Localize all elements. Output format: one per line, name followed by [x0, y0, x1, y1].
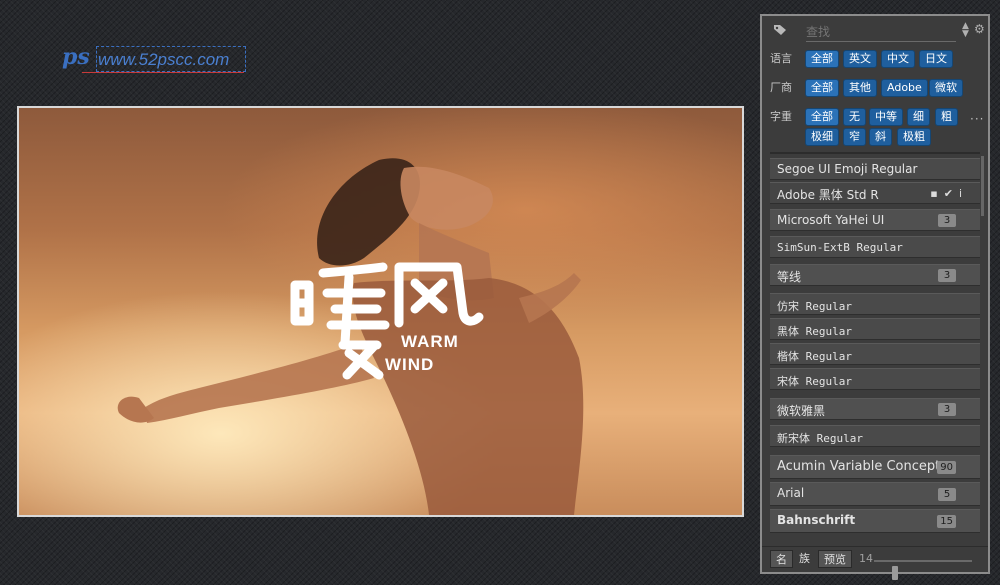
- font-item-name: SimSun-ExtB Regular: [777, 241, 903, 254]
- warm-wind-logo-mark: WARM WIND: [290, 262, 484, 380]
- search-row: ▲▼ ⚙: [762, 16, 988, 46]
- watermark: ps www.52pscc.com: [62, 44, 247, 78]
- filter-language-all[interactable]: 全部: [806, 51, 838, 67]
- filter-language-english[interactable]: 英文: [844, 51, 876, 67]
- font-item-heiti[interactable]: 黑体 Regular: [770, 318, 980, 340]
- font-group-acumin[interactable]: Acumin Variable Concept 90: [770, 455, 980, 479]
- filter-weight-medium[interactable]: 中等: [870, 109, 902, 125]
- font-count-badge: 90: [937, 461, 956, 474]
- font-group-microsoft-yahei[interactable]: 微软雅黑 3: [770, 398, 980, 420]
- font-item-name: 黑体 Regular: [777, 325, 852, 338]
- font-item-name: 新宋体 Regular: [777, 432, 863, 445]
- font-item-simsun-extb[interactable]: SimSun-ExtB Regular: [770, 236, 980, 258]
- font-item-adobe-heiti[interactable]: Adobe 黑体 Std R ▪✔i: [770, 182, 980, 204]
- logo-word-warm: WARM: [401, 332, 459, 351]
- gear-icon[interactable]: ⚙: [974, 22, 985, 36]
- filter-weight-italic[interactable]: 斜: [870, 129, 891, 145]
- font-group-dengxian[interactable]: 等线 3: [770, 264, 980, 286]
- font-list-scrollbar[interactable]: [981, 156, 984, 216]
- filter-weight-bold[interactable]: 粗: [936, 109, 957, 125]
- logo-word-wind: WIND: [385, 355, 434, 374]
- filter-vendor-other[interactable]: 其他: [844, 80, 876, 96]
- check-icon[interactable]: ✔: [944, 187, 959, 200]
- font-item-name: 宋体 Regular: [777, 375, 852, 388]
- filter-weight-extra-thin[interactable]: 极细: [806, 129, 838, 145]
- font-item-nsimsun[interactable]: 新宋体 Regular: [770, 425, 980, 447]
- filter-vendor-label: 厂商: [770, 81, 792, 94]
- sort-by-name-button[interactable]: 名: [770, 550, 793, 568]
- filter-weight-all[interactable]: 全部: [806, 109, 838, 125]
- font-item-segoe-ui-emoji[interactable]: Segoe UI Emoji Regular: [770, 158, 980, 180]
- font-item-name: 楷体 Regular: [777, 350, 852, 363]
- filter-weight-none[interactable]: 无: [844, 109, 865, 125]
- filter-weight-extra-bold[interactable]: 极粗: [898, 129, 930, 145]
- font-item-name: Segoe UI Emoji Regular: [777, 162, 918, 176]
- preview-size-slider[interactable]: [874, 560, 972, 580]
- font-count-badge: 15: [937, 515, 956, 528]
- font-item-kaiti[interactable]: 楷体 Regular: [770, 343, 980, 365]
- font-list[interactable]: Segoe UI Emoji Regular Adobe 黑体 Std R ▪✔…: [762, 156, 988, 544]
- font-count-badge: 3: [938, 269, 956, 282]
- filter-language-chinese[interactable]: 中文: [882, 51, 914, 67]
- font-item-actions: ▪✔i: [930, 187, 968, 200]
- font-item-name: Bahnschrift: [777, 513, 856, 527]
- panel-bottom-bar: 名 族 预览 14: [762, 546, 988, 580]
- font-count-badge: 3: [938, 403, 956, 416]
- font-count-badge: 3: [938, 214, 956, 227]
- watermark-underline: [82, 72, 244, 73]
- preview-size-value: 14: [859, 552, 873, 565]
- font-item-name: Microsoft YaHei UI: [777, 213, 885, 227]
- watermark-url: www.52pscc.com: [98, 50, 230, 69]
- font-item-name: Acumin Variable Concept: [777, 459, 941, 474]
- tag-icon[interactable]: [773, 24, 787, 36]
- search-stepper-icon[interactable]: ▲ ▼: [962, 22, 969, 39]
- filter-weight-thin[interactable]: 细: [908, 109, 929, 125]
- font-panel: ▲▼ ⚙ 语言 全部 英文 中文 日文 厂商 全部 其他 Adobe 微软 字重…: [760, 14, 990, 580]
- save-icon[interactable]: ▪: [930, 187, 943, 200]
- filter-vendor-adobe[interactable]: Adobe: [882, 80, 927, 96]
- divider: [770, 152, 980, 154]
- font-group-microsoft-yahei-ui[interactable]: Microsoft YaHei UI 3: [770, 209, 980, 231]
- font-item-songti[interactable]: 宋体 Regular: [770, 368, 980, 390]
- preview-size-slider-knob[interactable]: [892, 566, 899, 580]
- font-item-name: 等线: [777, 270, 802, 284]
- font-item-name: 微软雅黑: [777, 404, 826, 418]
- filter-weight-narrow[interactable]: 窄: [844, 129, 865, 145]
- font-group-bahnschrift[interactable]: Bahnschrift 15: [770, 509, 980, 533]
- filter-language-label: 语言: [770, 52, 792, 65]
- font-item-name: 仿宋 Regular: [777, 300, 852, 313]
- filter-vendor-all[interactable]: 全部: [806, 80, 838, 96]
- preview-button[interactable]: 预览: [818, 550, 852, 568]
- warm-wind-logo: WARM WIND: [287, 253, 487, 393]
- font-item-name: Arial: [777, 486, 805, 500]
- document-canvas[interactable]: WARM WIND: [17, 106, 744, 517]
- font-item-fangsong[interactable]: 仿宋 Regular: [770, 293, 980, 315]
- font-count-badge: 5: [938, 488, 956, 501]
- filter-vendor-microsoft[interactable]: 微软: [930, 80, 962, 96]
- watermark-ps-logo: ps: [62, 44, 90, 70]
- warm-wind-logo-mark-letters: WARM WIND: [385, 332, 459, 374]
- search-input[interactable]: [806, 23, 956, 42]
- filter-weight-label: 字重: [770, 110, 792, 123]
- font-group-arial[interactable]: Arial 5: [770, 482, 980, 506]
- filter-language-japanese[interactable]: 日文: [920, 51, 952, 67]
- more-icon[interactable]: ···: [970, 112, 984, 126]
- font-item-name: Adobe 黑体 Std R: [777, 188, 879, 202]
- info-icon[interactable]: i: [959, 187, 968, 200]
- sort-by-family-button[interactable]: 族: [794, 550, 815, 568]
